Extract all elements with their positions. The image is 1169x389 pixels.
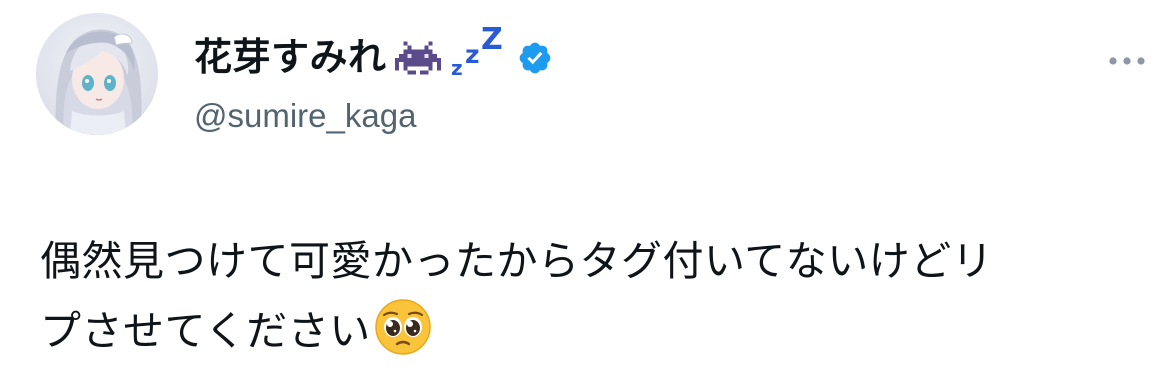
more-options-icon xyxy=(1109,57,1145,65)
post-body: 偶然見つけて可愛かったからタグ付いてないけどリ プさせてください xyxy=(40,226,1140,366)
author-avatar[interactable] xyxy=(36,13,158,135)
verified-badge-icon[interactable] xyxy=(517,40,553,76)
pleading-face-icon xyxy=(375,299,431,355)
post-text-line-1: 偶然見つけて可愛かったからタグ付いてないけどリ xyxy=(40,237,994,285)
zzz-icon: z z Z xyxy=(451,23,503,80)
zzz-large-z: Z xyxy=(481,23,503,57)
alien-monster-icon xyxy=(394,41,441,75)
zzz-medium-z: z xyxy=(465,40,480,69)
post-text-line-2-text: プさせてください xyxy=(40,307,371,355)
zzz-small-z: z xyxy=(451,56,463,80)
post-text-line-2: プさせてください xyxy=(40,296,1140,366)
post-card: 花芽すみれ z z Z @sumire_kaga 偶然見つけて可愛かったからタグ… xyxy=(0,0,1169,389)
avatar-image xyxy=(36,13,158,135)
author-name-row: 花芽すみれ z z Z xyxy=(194,23,553,90)
more-options-button[interactable] xyxy=(1100,44,1154,78)
author-handle[interactable]: @sumire_kaga xyxy=(194,97,553,134)
author-identity: 花芽すみれ z z Z @sumire_kaga xyxy=(194,23,553,134)
author-display-name[interactable]: 花芽すみれ xyxy=(194,35,387,80)
